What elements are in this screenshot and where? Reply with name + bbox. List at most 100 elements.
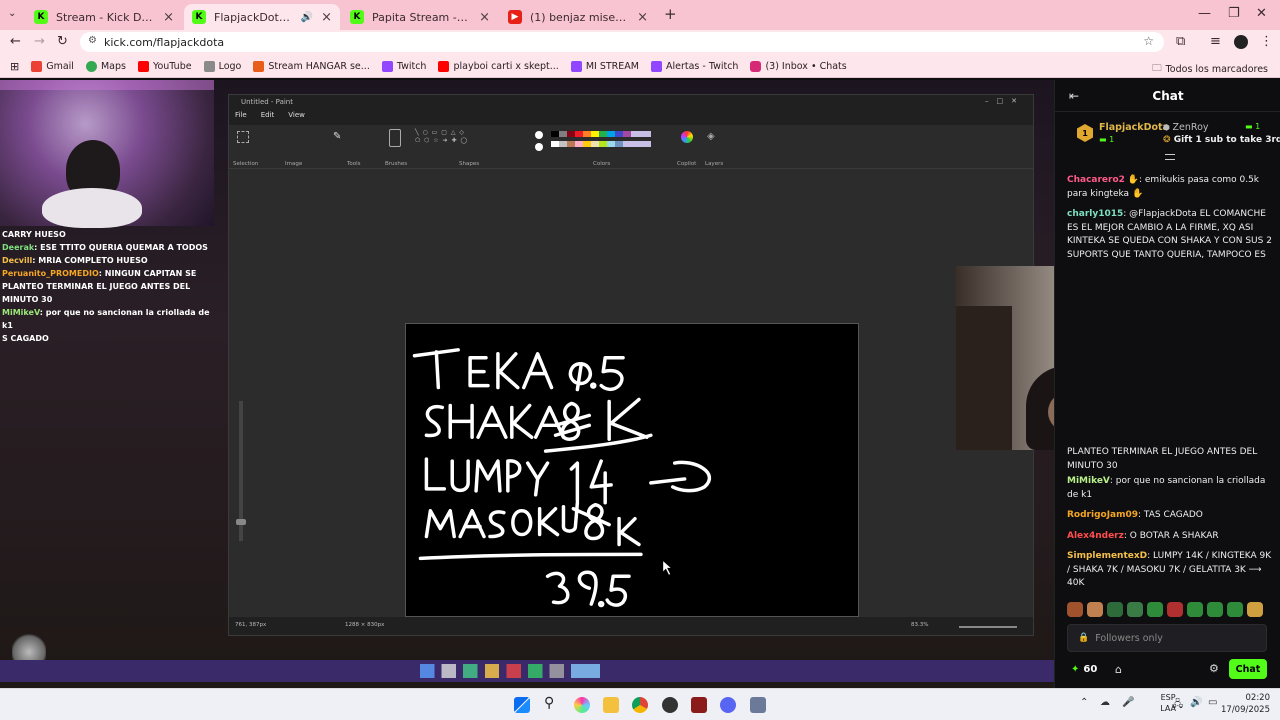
site-info-icon[interactable]: ⚙ — [88, 35, 97, 46]
tab-title: FlapjackDota Stream - Watc — [214, 10, 293, 24]
steam-icon[interactable] — [662, 697, 678, 713]
input-language[interactable]: ESP LAA — [1160, 692, 1176, 714]
microphone-icon[interactable]: 🎤 — [1122, 697, 1134, 708]
chat-panel: Chat ⇤ 1 FlapjackDota ▬ 1 ⬢ ZenRoy ▬ 1 ❂… — [1054, 80, 1280, 688]
paint-menu-file: File — [235, 111, 247, 119]
chat-username: Chacarero2 — [1067, 175, 1125, 185]
emote-icon[interactable] — [1087, 602, 1103, 617]
extensions-icon[interactable]: ⧉ — [1176, 34, 1185, 49]
overlay-chat-line: MiMikeV: por que no sancionan la criolla… — [2, 306, 212, 332]
followers-only-label: Followers only — [1095, 632, 1163, 644]
reload-icon[interactable]: ↻ — [57, 34, 68, 49]
emote-icon[interactable] — [1147, 602, 1163, 617]
bookmark-alertas-twitch[interactable]: Alertas - Twitch — [650, 61, 738, 72]
back-icon[interactable]: ← — [10, 34, 21, 49]
chat-settings-gear-icon[interactable]: ⚙ — [1209, 662, 1219, 675]
url-text: kick.com/flapjackdota — [104, 35, 225, 49]
emote-icon[interactable] — [1187, 602, 1203, 617]
speaker-icon[interactable]: 🔊 — [301, 12, 313, 23]
search-icon[interactable]: ⚲ — [544, 695, 554, 711]
ribbon-label-layers: Layers — [705, 161, 724, 167]
close-tab-icon[interactable]: × — [321, 10, 332, 25]
emote-icon[interactable] — [1207, 602, 1223, 617]
media-controls-icon[interactable]: ≡ — [1210, 34, 1221, 49]
tab-search-chevron-icon[interactable]: ⌄ — [8, 8, 16, 19]
maps-icon — [85, 61, 97, 72]
bookmark-logo[interactable]: Logo — [203, 61, 241, 72]
chrome-icon[interactable] — [632, 697, 648, 713]
emote-icon[interactable] — [1227, 602, 1243, 617]
secondary-color-swatch — [535, 143, 543, 151]
twitch-icon — [381, 61, 393, 72]
ribbon-label-copilot: Copilot — [677, 161, 697, 167]
tab-kick-dashboard[interactable]: K Stream - Kick Dashboard × — [26, 4, 182, 30]
channel-points[interactable]: ✦ 60 — [1071, 664, 1097, 675]
bookmark-twitch[interactable]: Twitch — [381, 61, 426, 72]
forward-icon[interactable]: → — [34, 34, 45, 49]
start-windows-icon[interactable] — [514, 697, 530, 713]
browser-tab-strip: ⌄ K Stream - Kick Dashboard × K Flapjack… — [0, 0, 1280, 30]
streamer-shirt — [42, 188, 142, 228]
tab-papita-stream[interactable]: K Papita Stream - Watch Live on K × — [342, 4, 498, 30]
volume-icon[interactable]: 🔊 — [1190, 697, 1202, 708]
chat-message: SimplementexD: LUMPY 14K / KINGTEKA 9K /… — [1067, 550, 1273, 591]
paint-window: Untitled - Paint –□✕ File Edit View ✎ ╲ … — [228, 94, 1034, 636]
bookmark-gmail[interactable]: Gmail — [31, 61, 74, 72]
chat-input-followers-only[interactable]: 🔒 Followers only — [1067, 624, 1267, 652]
collapse-chat-icon[interactable]: ⇤ — [1069, 89, 1079, 103]
onedrive-cloud-icon[interactable]: ☁ — [1100, 697, 1110, 708]
emote-icon[interactable] — [1127, 602, 1143, 617]
emote-icon[interactable] — [1107, 602, 1123, 617]
gift-leaderboard[interactable]: 1 FlapjackDota ▬ 1 ⬢ ZenRoy ▬ 1 ❂ Gift 1… — [1065, 118, 1280, 160]
dota2-icon[interactable] — [691, 697, 707, 713]
close-tab-icon[interactable]: × — [637, 10, 648, 25]
send-chat-button[interactable]: Chat — [1229, 659, 1267, 679]
paint-canvas-area — [229, 169, 1033, 617]
discord-icon[interactable] — [720, 697, 736, 713]
bookmark-label: Stream HANGAR se... — [268, 61, 370, 72]
bookmark-star-icon[interactable]: ☆ — [1143, 34, 1154, 48]
paint-drawing-canvas — [405, 323, 859, 617]
bookmark-maps[interactable]: Maps — [85, 61, 126, 72]
store-icon[interactable]: ⌂ — [1115, 663, 1122, 676]
bookmark-stream-hangar[interactable]: Stream HANGAR se... — [253, 61, 370, 72]
file-explorer-icon[interactable] — [603, 697, 619, 713]
tab-title: Papita Stream - Watch Live on K — [372, 10, 471, 24]
show-hidden-icons-chevron[interactable]: ⌃ — [1080, 697, 1088, 708]
emote-icon[interactable] — [1167, 602, 1183, 617]
bookmark-playboi-carti[interactable]: playboi carti x skept... — [438, 61, 559, 72]
new-tab-icon[interactable]: + — [664, 5, 677, 23]
system-clock[interactable]: 02:20 17/09/2025 — [1221, 692, 1270, 716]
emote-icon[interactable] — [1067, 602, 1083, 617]
paint-ribbon: ✎ ╲ ○ ▭ ▢ △ ◇ ⬠ ⬡ ☆ ➜ ✚ ◯ ◈ Selection Ima… — [229, 125, 1033, 169]
apps-grid-icon[interactable]: ⊞ — [10, 60, 19, 73]
expand-handle-icon[interactable] — [1165, 154, 1175, 160]
minimize-icon[interactable]: — — [1198, 6, 1211, 21]
calculator-icon[interactable] — [750, 697, 766, 713]
bookmark-mi-stream[interactable]: MI STREAM — [570, 61, 639, 72]
kick-logo-icon: K — [192, 10, 206, 24]
brush-icon — [389, 129, 401, 147]
sub-count-row: ▬ 1 — [1099, 135, 1115, 144]
battery-icon[interactable]: ▭ — [1208, 697, 1217, 708]
emote-bar — [1067, 602, 1273, 618]
chat-footer: ✦ 60 ⌂ ⚙ Chat — [1055, 658, 1280, 688]
restore-icon[interactable]: ❐ — [1228, 6, 1240, 21]
emote-icon[interactable] — [1247, 602, 1263, 617]
profile-avatar[interactable] — [1234, 35, 1248, 49]
chat-message: Chacarero2 ✋: emikukis pasa como 0.5k pa… — [1067, 174, 1273, 201]
bookmark-youtube[interactable]: YouTube — [137, 61, 192, 72]
tab-flapjackdota-stream[interactable]: K FlapjackDota Stream - Watc 🔊 × — [184, 4, 340, 30]
chat-title: Chat — [1152, 88, 1184, 103]
close-tab-icon[interactable]: × — [163, 10, 174, 25]
bookmark-instagram-inbox[interactable]: (3) Inbox • Chats — [750, 61, 847, 72]
copilot-taskbar-icon[interactable] — [574, 697, 590, 713]
tab-youtube-video[interactable]: ▶ (1) benjaz misery dota 2 11k - Y × — [500, 4, 656, 30]
gift-cta[interactable]: ❂ Gift 1 sub to take 3rd — [1163, 135, 1280, 145]
menu-icon[interactable]: ⋮ — [1260, 34, 1273, 49]
all-bookmarks-button[interactable]: 🗀 Todos los marcadores — [1152, 61, 1268, 77]
overlay-text: S CAGADO — [2, 334, 49, 343]
address-bar[interactable]: ⚙ kick.com/flapjackdota ☆ — [80, 32, 1164, 52]
close-tab-icon[interactable]: × — [479, 10, 490, 25]
close-window-icon[interactable]: ✕ — [1256, 6, 1267, 21]
